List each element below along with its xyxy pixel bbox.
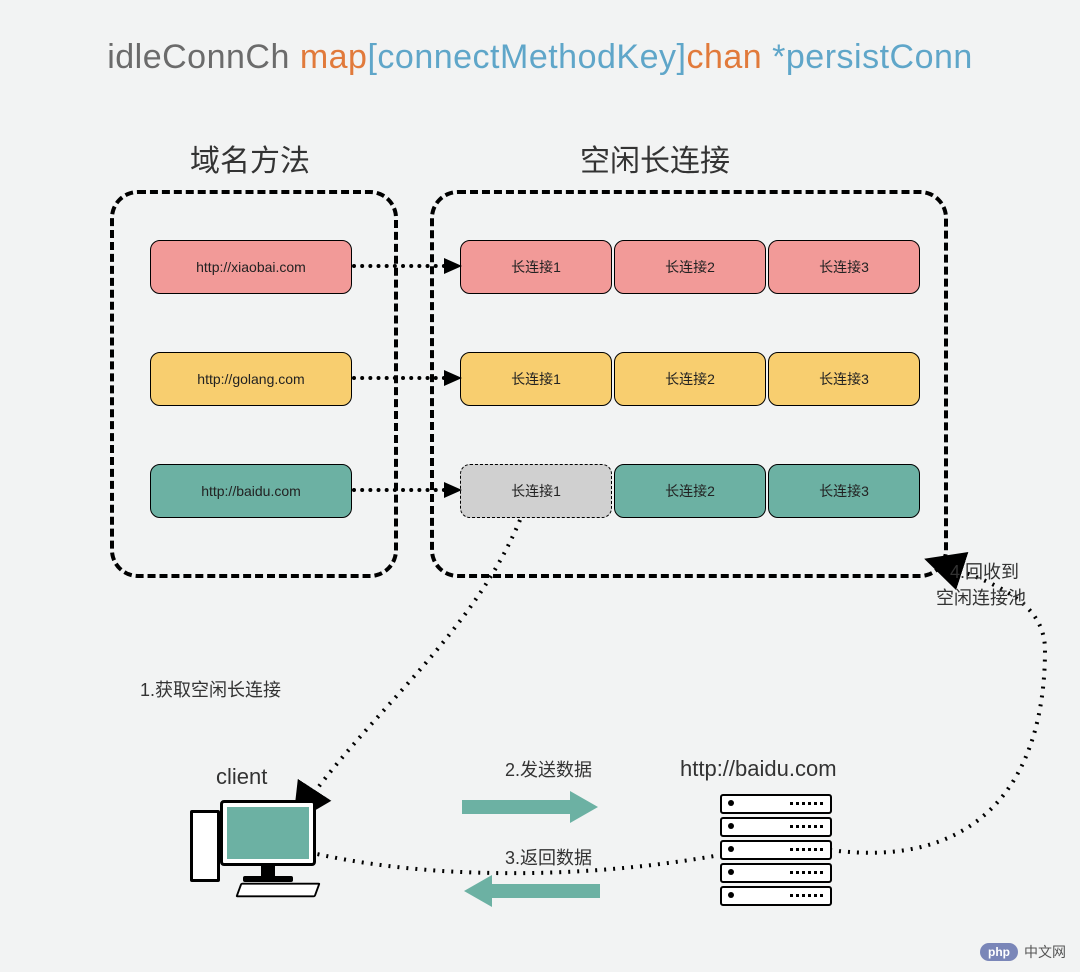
conn-r0-c1-label: 长连接2: [665, 257, 715, 277]
conn-r2-c1: 长连接2: [614, 464, 766, 518]
map-key-1: http://golang.com: [150, 352, 352, 406]
watermark-badge: php: [980, 943, 1018, 961]
conn-r1-c1: 长连接2: [614, 352, 766, 406]
step3-label: 3.返回数据: [505, 844, 592, 870]
send-arrow-head: [570, 791, 598, 823]
conn-r0-c0: 长连接1: [460, 240, 612, 294]
recv-arrow-body: [490, 884, 600, 898]
client-label: client: [216, 764, 267, 790]
section-label-keys: 域名方法: [190, 136, 310, 180]
conn-r1-c2-label: 长连接3: [819, 369, 869, 389]
map-key-2: http://baidu.com: [150, 464, 352, 518]
watermark: php 中文网: [980, 942, 1066, 962]
send-arrow-body: [462, 800, 572, 814]
key1-to-row1-line: [352, 376, 446, 380]
recv-arrow-head: [464, 875, 492, 907]
conn-r1-c2: 长连接3: [768, 352, 920, 406]
key0-to-row0-arrow: [444, 258, 462, 274]
title-keytype: connectMethodKey: [377, 38, 676, 76]
title-map: map: [300, 38, 368, 76]
conn-r1-c1-label: 长连接2: [665, 369, 715, 389]
title-id: idleConnCh: [107, 38, 300, 76]
key2-to-row2-arrow: [444, 482, 462, 498]
conn-r2-c0-label: 长连接1: [511, 481, 561, 501]
conn-r2-c2: 长连接3: [768, 464, 920, 518]
conn-r2-c1-label: 长连接2: [665, 481, 715, 501]
map-key-1-label: http://golang.com: [197, 371, 304, 387]
client-computer-icon: [220, 800, 316, 882]
map-key-2-label: http://baidu.com: [201, 483, 301, 499]
title-valtype: *persistConn: [772, 38, 973, 76]
conn-r0-c2-label: 长连接3: [819, 257, 869, 277]
conn-r1-c0-label: 长连接1: [511, 369, 561, 389]
server-label: http://baidu.com: [680, 756, 837, 782]
key2-to-row2-line: [352, 488, 446, 492]
conn-r0-c2: 长连接3: [768, 240, 920, 294]
conn-r2-c2-label: 长连接3: [819, 481, 869, 501]
step2-label: 2.发送数据: [505, 756, 592, 782]
step4-label-a: 4.回收到: [950, 558, 1019, 584]
conn-r0-c0-label: 长连接1: [511, 257, 561, 277]
server-rack-icon: [720, 794, 832, 909]
step1-label: 1.获取空闲长连接: [140, 676, 281, 702]
section-label-conns: 空闲长连接: [580, 136, 730, 180]
key0-to-row0-line: [352, 264, 446, 268]
step4-label-b: 空闲连接池: [936, 584, 1026, 610]
title-rbrack: ]: [677, 38, 687, 76]
map-key-0-label: http://xiaobai.com: [196, 259, 306, 275]
key1-to-row1-arrow: [444, 370, 462, 386]
map-key-0: http://xiaobai.com: [150, 240, 352, 294]
conn-r0-c1: 长连接2: [614, 240, 766, 294]
conn-r2-c0-checked-out: 长连接1: [460, 464, 612, 518]
title-chan: chan: [686, 38, 772, 76]
title-lbrack: [: [367, 38, 377, 76]
diagram-canvas: idleConnCh map[connectMethodKey]chan *pe…: [0, 0, 1080, 972]
type-declaration-title: idleConnCh map[connectMethodKey]chan *pe…: [0, 38, 1080, 77]
conn-r1-c0: 长连接1: [460, 352, 612, 406]
watermark-text: 中文网: [1024, 942, 1066, 962]
